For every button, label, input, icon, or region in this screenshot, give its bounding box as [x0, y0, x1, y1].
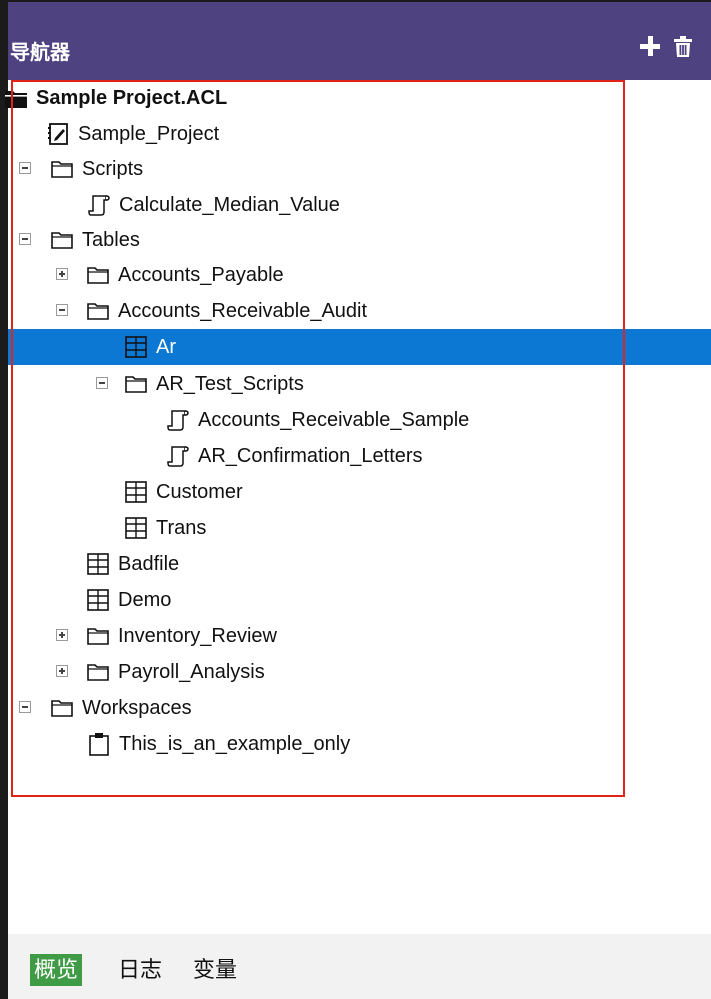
tree-item-label: Customer: [156, 481, 243, 503]
folder-icon: [86, 299, 110, 323]
collapse-toggle-icon[interactable]: [19, 701, 31, 713]
collapse-toggle-icon[interactable]: [56, 304, 68, 316]
tree-item[interactable]: Ar: [8, 329, 711, 365]
expand-toggle-icon[interactable]: [56, 629, 68, 641]
expand-toggle-icon[interactable]: [56, 665, 68, 677]
tab-variables[interactable]: 变量: [193, 954, 237, 986]
tree-item[interactable]: Accounts_Receivable_Audit: [8, 293, 711, 329]
table-grid-icon: [124, 480, 148, 504]
tree-item[interactable]: Workspaces: [8, 690, 711, 726]
tree-item-label: Sample Project.ACL: [36, 87, 228, 109]
tree-item[interactable]: Payroll_Analysis: [8, 654, 711, 690]
tree-item[interactable]: Scripts: [8, 151, 711, 187]
folder-icon: [86, 660, 110, 684]
navigator-title: 导航器: [10, 42, 70, 64]
table-grid-icon: [124, 516, 148, 540]
tree-item[interactable]: Demo: [8, 582, 711, 618]
table-grid-icon: [124, 335, 148, 359]
clipboard-icon: [87, 732, 111, 756]
tree-item-label: Demo: [118, 589, 172, 611]
tree-item[interactable]: Trans: [8, 510, 711, 546]
plus-icon[interactable]: [640, 36, 660, 56]
tree-item[interactable]: Accounts_Receivable_Sample: [8, 402, 711, 438]
project-folder-icon: [4, 86, 28, 110]
tree-item-label: Accounts_Payable: [118, 264, 284, 286]
script-scroll-icon: [166, 408, 190, 432]
tree-item[interactable]: Accounts_Payable: [8, 257, 711, 293]
tree-item-label: Tables: [82, 229, 140, 251]
tree-item[interactable]: Calculate_Median_Value: [8, 187, 711, 223]
tree-item[interactable]: This_is_an_example_only: [8, 726, 711, 762]
tree-item-label: Calculate_Median_Value: [119, 194, 340, 216]
log-book-icon: [46, 122, 70, 146]
tree-item-label: This_is_an_example_only: [119, 733, 351, 755]
tree-item-label: Accounts_Receivable_Sample: [198, 409, 470, 431]
tree-item[interactable]: Badfile: [8, 546, 711, 582]
folder-icon: [86, 624, 110, 648]
tree-item-label: Payroll_Analysis: [118, 661, 265, 683]
collapse-toggle-icon[interactable]: [19, 233, 31, 245]
tree-item[interactable]: Sample_Project: [8, 116, 711, 152]
tree-item-label: Scripts: [82, 158, 144, 180]
navigator-header: 导航器: [8, 0, 711, 80]
folder-icon: [86, 263, 110, 287]
bottom-tab-bar: 概览 日志 变量: [8, 934, 711, 999]
collapse-toggle-icon[interactable]: [96, 377, 108, 389]
window-frame-left: [0, 0, 8, 999]
folder-icon: [50, 157, 74, 181]
table-grid-icon: [86, 552, 110, 576]
tree-item-label: Inventory_Review: [118, 625, 277, 647]
tree-item-label: AR_Confirmation_Letters: [198, 445, 423, 467]
folder-icon: [50, 696, 74, 720]
tree-item[interactable]: Inventory_Review: [8, 618, 711, 654]
tab-log[interactable]: 日志: [118, 954, 162, 986]
expand-toggle-icon[interactable]: [56, 268, 68, 280]
tree-item[interactable]: AR_Confirmation_Letters: [8, 438, 711, 474]
script-scroll-icon: [87, 193, 111, 217]
tree-item-label: Workspaces: [82, 697, 192, 719]
tree-item-label: Trans: [156, 517, 207, 539]
table-grid-icon: [86, 588, 110, 612]
tab-overview[interactable]: 概览: [30, 954, 83, 986]
tree-item-label: Accounts_Receivable_Audit: [118, 300, 368, 322]
folder-icon: [124, 372, 148, 396]
trash-icon[interactable]: [672, 36, 694, 58]
tree-item[interactable]: Customer: [8, 474, 711, 510]
tree-item-label: Sample_Project: [78, 123, 220, 145]
folder-icon: [50, 228, 74, 252]
tree-item[interactable]: Tables: [8, 222, 711, 258]
tree-item[interactable]: AR_Test_Scripts: [8, 366, 711, 402]
tree-item[interactable]: Sample Project.ACL: [5, 80, 711, 116]
script-scroll-icon: [166, 444, 190, 468]
tree-item-label: Badfile: [118, 553, 180, 575]
tree-item-label: Ar: [156, 336, 176, 358]
tree-item-label: AR_Test_Scripts: [156, 373, 304, 395]
collapse-toggle-icon[interactable]: [19, 162, 31, 174]
